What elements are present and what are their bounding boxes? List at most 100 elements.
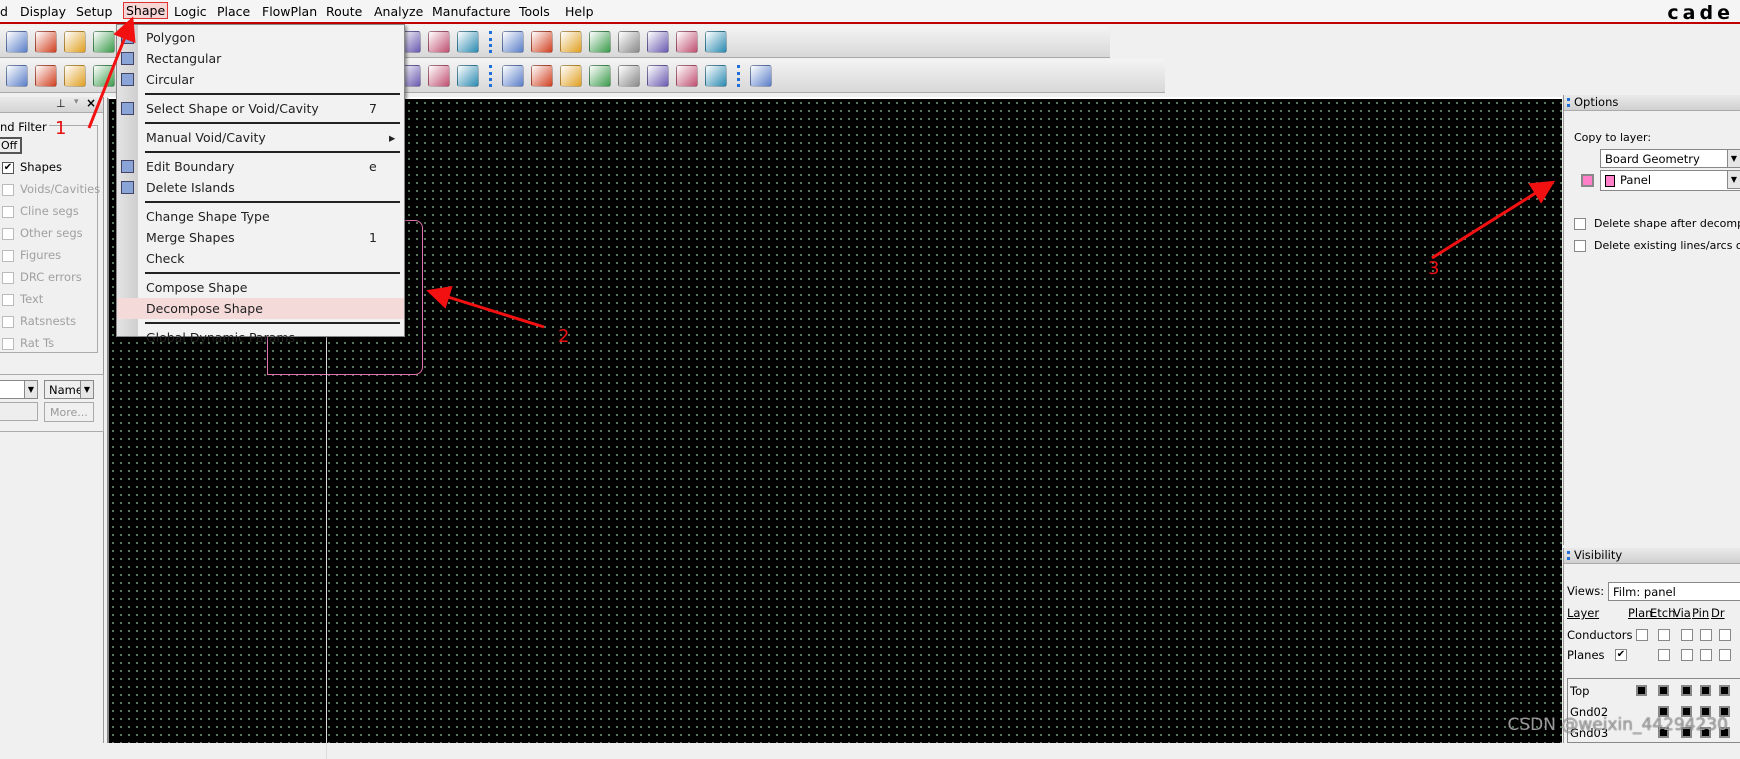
filter-ratsnests[interactable]: Ratsnests bbox=[2, 314, 76, 328]
delete-shape-checkbox[interactable]: Delete shape after decompose bbox=[1574, 217, 1740, 230]
filter-figures[interactable]: Figures bbox=[2, 248, 61, 262]
filter-shapes[interactable]: ✔ Shapes bbox=[2, 160, 62, 174]
menu-d[interactable]: d bbox=[0, 4, 8, 19]
visibility-checkbox[interactable] bbox=[1658, 629, 1670, 641]
visibility-checkbox[interactable] bbox=[1658, 649, 1670, 661]
visibility-checkbox[interactable] bbox=[1681, 649, 1693, 661]
signal-check-icon[interactable] bbox=[589, 64, 611, 87]
checkbox[interactable] bbox=[2, 315, 14, 328]
class-select[interactable]: Board Geometry ▼ bbox=[1600, 149, 1740, 168]
gray-square-icon[interactable] bbox=[35, 64, 57, 87]
menu-item-manual-void-cavity[interactable]: Manual Void/Cavity ▸ bbox=[117, 127, 404, 148]
plan-checkbox[interactable]: ✔ bbox=[1615, 649, 1627, 661]
checkbox[interactable] bbox=[2, 183, 14, 196]
visibility-checkbox[interactable] bbox=[1700, 629, 1712, 641]
visibility-checkbox[interactable] bbox=[1681, 629, 1693, 641]
checkbox[interactable] bbox=[2, 337, 14, 350]
signal-book-icon[interactable] bbox=[531, 64, 553, 87]
green-board-icon[interactable] bbox=[6, 64, 28, 87]
pin-icon[interactable]: ⊥ bbox=[56, 97, 66, 110]
menu-item-edit-boundary[interactable]: Edit Boundary e bbox=[117, 156, 404, 177]
add-connect-icon[interactable] bbox=[93, 64, 115, 87]
visibility-checkbox[interactable] bbox=[1719, 629, 1731, 641]
menu-setup[interactable]: Setup bbox=[76, 4, 112, 19]
bomb-icon[interactable] bbox=[647, 30, 669, 53]
cursor-block-icon[interactable] bbox=[705, 30, 727, 53]
element-info-icon[interactable] bbox=[531, 30, 553, 53]
layer-color-swatch[interactable] bbox=[1581, 174, 1594, 187]
delete-icon[interactable] bbox=[35, 30, 57, 53]
visibility-checkbox[interactable] bbox=[1719, 649, 1731, 661]
menu-item-change-shape-type[interactable]: Change Shape Type bbox=[117, 206, 404, 227]
menu-flowplan[interactable]: FlowPlan bbox=[262, 4, 317, 19]
all-off-button[interactable]: Off bbox=[0, 137, 22, 154]
undo-icon[interactable] bbox=[64, 30, 86, 53]
highlight-icon[interactable] bbox=[589, 30, 611, 53]
menu-display[interactable]: Display bbox=[20, 4, 66, 19]
name-input[interactable] bbox=[0, 402, 38, 421]
toolbar-grip[interactable] bbox=[737, 64, 740, 87]
layer-visibility-toggle[interactable] bbox=[1658, 685, 1669, 696]
layer-visibility-toggle[interactable] bbox=[1700, 685, 1711, 696]
checkbox[interactable] bbox=[2, 293, 14, 306]
checkbox[interactable] bbox=[2, 205, 14, 218]
checkbox[interactable] bbox=[2, 249, 14, 262]
signal-probe-icon[interactable] bbox=[618, 64, 640, 87]
toolbar-grip[interactable] bbox=[489, 30, 492, 53]
menu-tools[interactable]: Tools bbox=[519, 4, 550, 19]
menu-item-merge-shapes[interactable]: Merge Shapes 1 bbox=[117, 227, 404, 248]
menu-item-circular[interactable]: Circular bbox=[117, 69, 404, 90]
type-select[interactable]: ▼ bbox=[0, 380, 38, 399]
route-icon[interactable] bbox=[457, 64, 479, 87]
menu-help[interactable]: Help bbox=[565, 4, 594, 19]
signal-model-icon[interactable] bbox=[560, 64, 582, 87]
dfa-icon[interactable] bbox=[428, 30, 450, 53]
close-icon[interactable]: × bbox=[86, 96, 96, 110]
menu-item-compose-shape[interactable]: Compose Shape bbox=[117, 277, 404, 298]
info-icon[interactable] bbox=[502, 30, 524, 53]
copy-icon[interactable] bbox=[6, 30, 28, 53]
menu-manufacture[interactable]: Manufacture bbox=[432, 4, 511, 19]
menu-item-global-dynamic-params[interactable]: Global Dynamic Params... bbox=[117, 327, 404, 348]
views-select[interactable]: Film: panel bbox=[1608, 582, 1740, 601]
menu-shape[interactable]: Shape bbox=[122, 2, 169, 19]
filter-drc-errors[interactable]: DRC errors bbox=[2, 270, 82, 284]
dehighlight-icon[interactable] bbox=[618, 30, 640, 53]
filter-rat-ts[interactable]: Rat Ts bbox=[2, 336, 54, 350]
more-button[interactable]: More... bbox=[44, 402, 94, 422]
bowtie-icon[interactable] bbox=[676, 64, 698, 87]
menu-item-select-shape-or-void-cavity[interactable]: Select Shape or Void/Cavity 7 bbox=[117, 98, 404, 119]
window-icon[interactable] bbox=[705, 64, 727, 87]
visibility-checkbox[interactable] bbox=[1636, 629, 1648, 641]
checkbox[interactable] bbox=[2, 227, 14, 240]
menu-item-decompose-shape[interactable]: Decompose Shape bbox=[117, 298, 404, 319]
layer-visibility-toggle[interactable] bbox=[1636, 685, 1647, 696]
signal-report-icon[interactable] bbox=[502, 64, 524, 87]
world-view-icon[interactable] bbox=[457, 30, 479, 53]
toolbar-grip[interactable] bbox=[489, 64, 492, 87]
menu-item-delete-islands[interactable]: Delete Islands bbox=[117, 177, 404, 198]
menu-analyze[interactable]: Analyze bbox=[374, 4, 423, 19]
menu-item-check[interactable]: Check bbox=[117, 248, 404, 269]
name-select[interactable]: Name ▼ bbox=[44, 380, 94, 399]
copy-layers-icon[interactable] bbox=[647, 64, 669, 87]
filter-voids-cavities[interactable]: Voids/Cavities bbox=[2, 182, 100, 196]
menu-route[interactable]: Route bbox=[326, 4, 362, 19]
array-icon[interactable] bbox=[428, 64, 450, 87]
dropdown-icon[interactable]: ▾ bbox=[74, 97, 79, 107]
grid-board-icon[interactable] bbox=[64, 64, 86, 87]
hourglass-icon[interactable] bbox=[676, 30, 698, 53]
zoom-icon[interactable] bbox=[93, 30, 115, 53]
measure-icon[interactable] bbox=[560, 30, 582, 53]
checkbox[interactable]: ✔ bbox=[2, 161, 14, 174]
filter-other-segs[interactable]: Other segs bbox=[2, 226, 83, 240]
help-icon[interactable] bbox=[750, 64, 772, 87]
subclass-select[interactable]: Panel ▼ bbox=[1600, 170, 1740, 191]
checkbox[interactable] bbox=[2, 271, 14, 284]
menu-item-polygon[interactable]: Polygon bbox=[117, 27, 404, 48]
filter-cline-segs[interactable]: Cline segs bbox=[2, 204, 79, 218]
layer-visibility-toggle[interactable] bbox=[1719, 685, 1730, 696]
menu-place[interactable]: Place bbox=[217, 4, 250, 19]
delete-lines-checkbox[interactable]: Delete existing lines/arcs on de bbox=[1574, 239, 1740, 252]
menu-item-rectangular[interactable]: Rectangular bbox=[117, 48, 404, 69]
